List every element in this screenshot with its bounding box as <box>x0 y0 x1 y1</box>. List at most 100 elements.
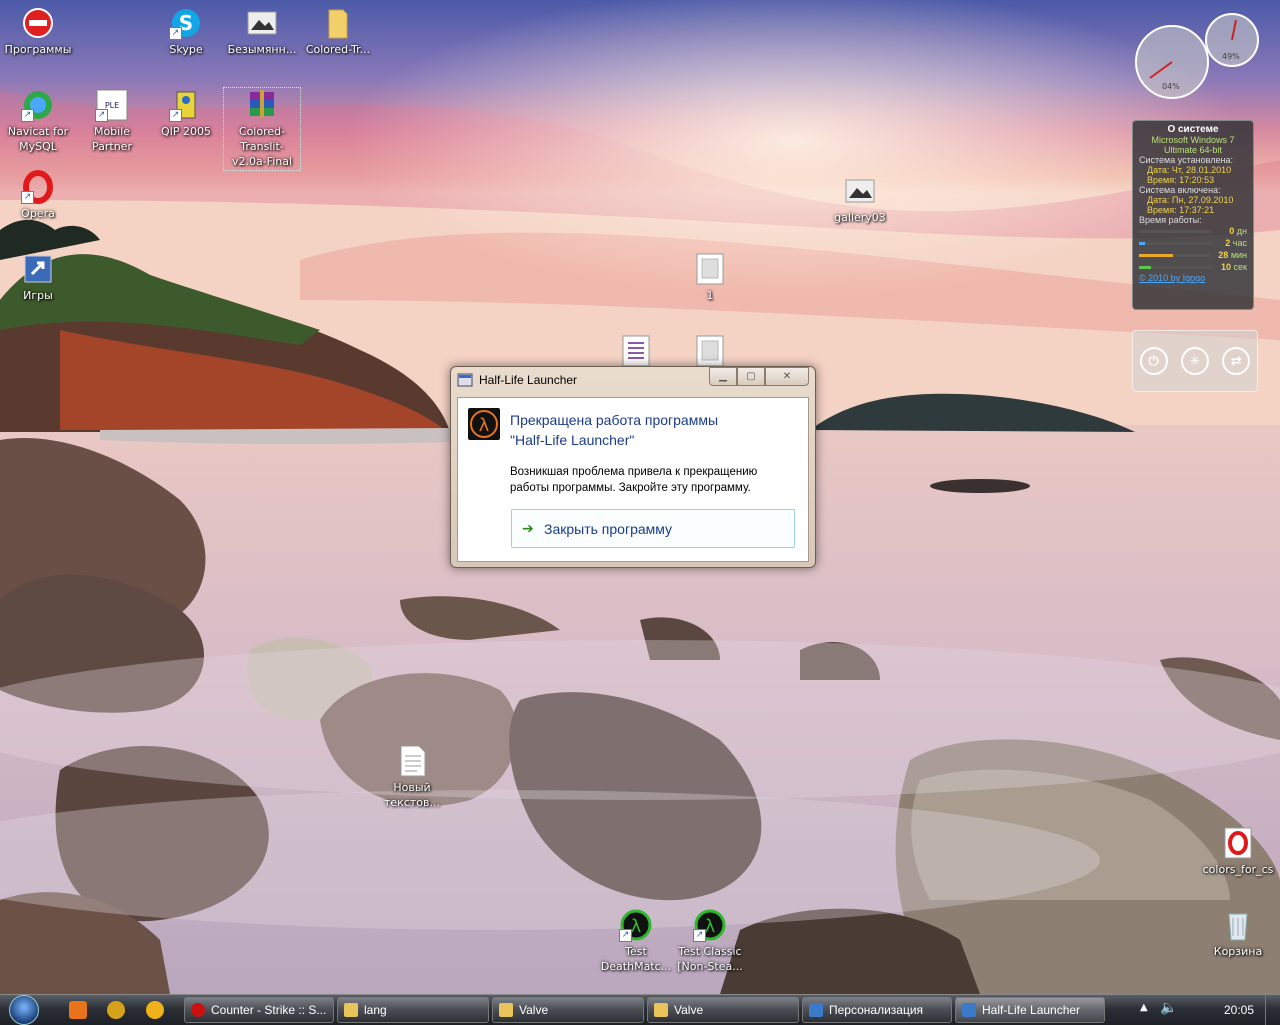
installed-time: Время: 17:20:53 <box>1147 175 1215 185</box>
os-name: Microsoft Windows 7 <box>1151 135 1235 145</box>
close-button[interactable]: ✕ <box>765 367 809 386</box>
taskbar-button-label: lang <box>364 1003 387 1017</box>
dialog-heading: Прекращена работа программы "Half-Life L… <box>510 410 718 450</box>
uptime-seconds-row: 10 сек <box>1139 261 1247 273</box>
desktop-icon-qip[interactable]: ↗ QIP 2005 <box>148 88 224 139</box>
uptime-seconds-unit: сек <box>1233 262 1247 272</box>
desktop-icon-games[interactable]: Игры <box>0 252 76 303</box>
dialog-message: Возникшая проблема привела к прекращению… <box>510 466 758 494</box>
uptime-hours-value: 2 <box>1225 238 1231 248</box>
image-file-icon <box>245 6 279 40</box>
desktop-icon-new-text-doc[interactable]: Новый текстов... <box>374 744 450 810</box>
uptime-hours-row: 2 час <box>1139 237 1247 249</box>
sleep-icon[interactable]: ✳ <box>1180 347 1209 375</box>
desktop-icon-programs[interactable]: Программы <box>0 6 76 57</box>
desktop-icon-gallery03[interactable]: gallery03 <box>822 174 898 225</box>
desktop-icon-label: Mobile Partner <box>92 125 132 153</box>
desktop-icon-label: Test DeathMatc... <box>600 945 672 973</box>
maximize-button[interactable]: ▢ <box>737 367 765 386</box>
desktop-icon-test-classic[interactable]: λ ↗ Test Classic [Non-Stea... <box>672 908 748 974</box>
document-file-icon <box>693 334 727 368</box>
switch-user-icon[interactable]: ⇄ <box>1222 347 1251 375</box>
desktop-icon-opera[interactable]: ↗ Opera <box>0 170 76 221</box>
installed-date: Дата: Чт, 28.01.2010 <box>1147 165 1232 175</box>
shortcut-arrow-icon: ↗ <box>619 929 632 942</box>
close-program-button[interactable]: ➔ Закрыть программу <box>511 509 795 548</box>
desktop-icon-label: Navicat for MySQL <box>7 125 69 153</box>
app-icon[interactable] <box>107 1001 125 1019</box>
uptime-hours-unit: час <box>1232 238 1247 248</box>
close-program-label: Закрыть программу <box>544 520 673 537</box>
close-icon: ✕ <box>782 371 792 382</box>
desktop-icon-test-deathmatch[interactable]: λ ↗ Test DeathMatc... <box>598 908 674 974</box>
show-desktop-button[interactable] <box>1265 995 1280 1025</box>
uptime-minutes-unit: мин <box>1230 250 1247 260</box>
desktop-icon-recycle-bin[interactable]: Корзина <box>1200 908 1276 959</box>
taskbar-button-label: Half-Life Launcher <box>982 1003 1081 1017</box>
desktop-icon-navicat[interactable]: ↗ Navicat for MySQL <box>0 88 76 154</box>
uptime-minutes-value: 28 <box>1218 250 1229 260</box>
shortcut-icon <box>21 252 55 286</box>
taskbar-button-label: Valve <box>519 1003 549 1017</box>
clock[interactable]: 20:05 <box>1224 1003 1254 1017</box>
media-player-icon[interactable] <box>68 1001 87 1019</box>
taskbar-button-counter-strike[interactable]: Counter - Strike :: S... <box>184 997 334 1023</box>
desktop-icon-colors-for-cs[interactable]: colors_for_cs <box>1200 826 1276 877</box>
desktop-icon-mobile-partner[interactable]: PLE ↗ Mobile Partner <box>74 88 150 154</box>
desktop-icon-text-doc[interactable] <box>598 334 674 367</box>
memory-usage-value: 49% <box>1222 52 1240 61</box>
desktop-icon-untitled[interactable]: Безымянн... <box>224 6 300 57</box>
taskbar-button-lang[interactable]: lang <box>337 997 489 1023</box>
boot-label: Система включена: <box>1139 185 1221 195</box>
desktop-icon-1[interactable]: 1 <box>672 252 748 303</box>
desktop-icon-label: Безымянн... <box>227 43 297 56</box>
desktop-icon-skype[interactable]: S ↗ Skype <box>148 6 224 57</box>
text-file-icon <box>395 744 429 778</box>
volume-icon[interactable]: 🔈 <box>1160 1000 1177 1016</box>
uptime-label: Время работы: <box>1139 215 1202 225</box>
start-button[interactable] <box>0 995 48 1025</box>
taskbar-button-valve-1[interactable]: Valve <box>492 997 644 1023</box>
dialog-title: Half-Life Launcher <box>479 373 578 387</box>
navicat-icon: ↗ <box>21 88 55 122</box>
shortcut-arrow-icon: ↗ <box>169 27 182 40</box>
shortcut-arrow-icon: ↗ <box>169 109 182 122</box>
gadget-title: О системе <box>1167 124 1219 135</box>
taskbar-button-half-life-launcher[interactable]: Half-Life Launcher <box>955 997 1105 1023</box>
taskbar-button-label: Counter - Strike :: S... <box>211 1003 327 1017</box>
desktop-icon-label: Colored-Tr... <box>305 43 371 56</box>
dialog-content: λ Прекращена работа программы "Half-Life… <box>457 397 809 562</box>
taskbar-button-label: Персонализация <box>829 1003 924 1017</box>
skype-icon: S ↗ <box>169 6 203 40</box>
dialog-titlebar[interactable]: Half-Life Launcher ▁ ▢ ✕ <box>451 367 815 393</box>
desktop-icon-blank-doc[interactable] <box>672 334 748 367</box>
show-hidden-icons-icon[interactable]: ▲ <box>1140 1002 1148 1013</box>
no-entry-icon <box>21 6 55 40</box>
desktop-icon-colored-translit-archive[interactable]: Colored-Translit-v2.0a-Final <box>223 87 301 171</box>
mobile-partner-icon: PLE ↗ <box>95 88 129 122</box>
desktop-icon-label: Игры <box>23 289 53 302</box>
folder-icon <box>321 6 355 40</box>
power-icon[interactable]: ⏻ <box>1139 347 1168 375</box>
taskbar-button-personalization[interactable]: Персонализация <box>802 997 952 1023</box>
cpu-meter-gadget[interactable]: 04% 49% <box>1130 8 1260 100</box>
alert-icon[interactable] <box>145 1001 164 1019</box>
folder-icon <box>654 1003 668 1017</box>
system-tray: ▲ 🔈 20:05 <box>1134 995 1280 1025</box>
taskbar: Counter - Strike :: S... lang Valve Valv… <box>0 994 1280 1025</box>
desktop-icon-label: 1 <box>706 289 714 302</box>
winrar-archive-icon <box>245 88 279 122</box>
gadget-credit-link[interactable]: © 2010 by Igogo <box>1139 273 1205 283</box>
uptime-hours-bar <box>1139 241 1211 245</box>
svg-text:λ: λ <box>631 916 642 937</box>
svg-text:λ: λ <box>479 415 490 436</box>
desktop-icon-colored-tr-folder[interactable]: Colored-Tr... <box>300 6 376 57</box>
half-life-icon: λ <box>468 408 500 440</box>
recycle-bin-icon <box>1221 908 1255 942</box>
desktop-icon-label: Opera <box>21 207 55 220</box>
uptime-minutes-bar <box>1139 253 1211 257</box>
windows-logo-icon <box>9 995 39 1025</box>
taskbar-button-valve-2[interactable]: Valve <box>647 997 799 1023</box>
minimize-button[interactable]: ▁ <box>709 367 737 386</box>
desktop-icon-label: QIP 2005 <box>160 125 212 138</box>
